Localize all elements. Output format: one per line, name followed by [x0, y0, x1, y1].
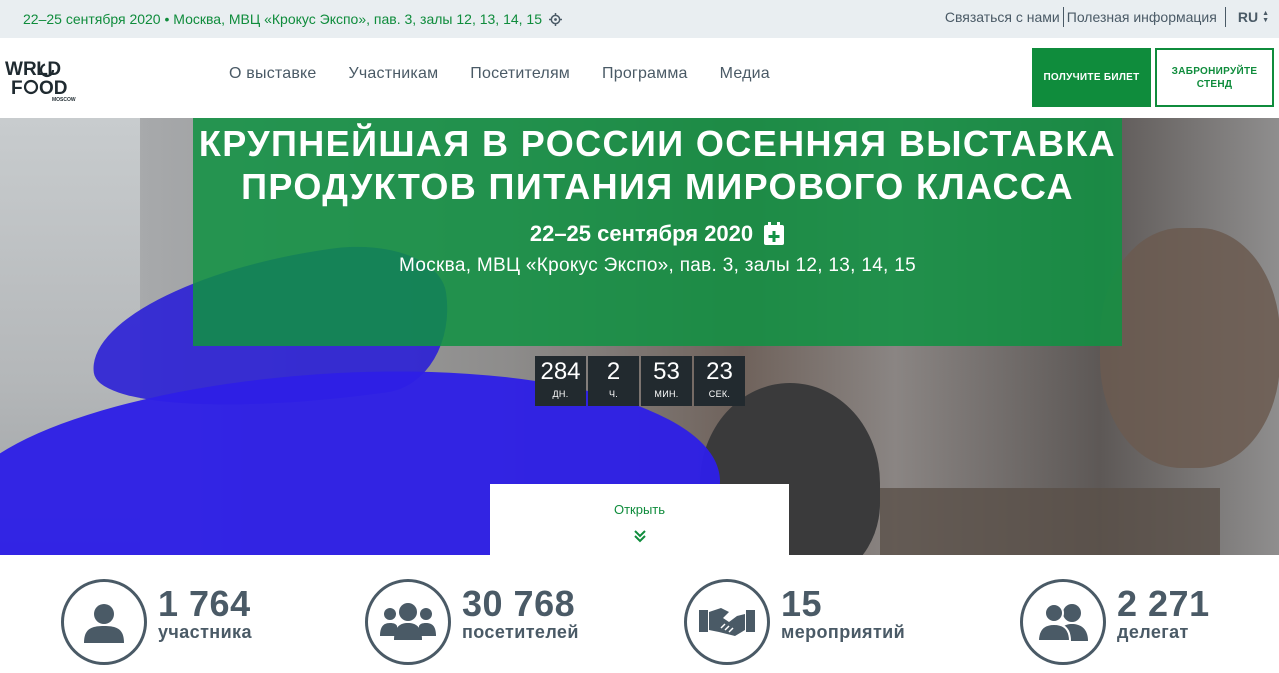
stats-section: 1 764 участника 30 768 посетителей 15 ме…: [0, 555, 1279, 673]
language-label: RU: [1237, 9, 1259, 25]
stat-text: 15 мероприятий: [781, 579, 906, 642]
hero-info-box: КРУПНЕЙШАЯ В РОССИИ ОСЕННЯЯ ВЫСТАВКА ПРО…: [193, 118, 1122, 346]
svg-text:OD: OD: [39, 78, 68, 99]
open-panel-button[interactable]: Открыть: [490, 484, 789, 555]
book-stand-button[interactable]: ЗАБРОНИРУЙТЕ СТЕНД: [1155, 48, 1274, 107]
countdown-value: 2: [606, 358, 621, 385]
get-ticket-button[interactable]: ПОЛУЧИТЕ БИЛЕТ: [1032, 48, 1151, 107]
useful-info-link[interactable]: Полезная информация: [1064, 7, 1220, 27]
countdown-minutes: 53 МИН.: [641, 356, 692, 406]
stat-text: 30 768 посетителей: [462, 579, 579, 642]
event-info[interactable]: 22–25 сентября 2020 • Москва, МВЦ «Кроку…: [23, 11, 563, 27]
countdown-unit: МИН.: [654, 389, 679, 399]
stat-label: мероприятий: [781, 622, 906, 642]
nav-program[interactable]: Программа: [602, 65, 688, 83]
hero-date: 22–25 сентября 2020: [529, 221, 754, 246]
countdown-timer: 284 ДН. 2 Ч. 53 МИН. 23 СЕК.: [535, 356, 745, 406]
stat-number: 30 768: [462, 583, 576, 624]
svg-text:W: W: [5, 59, 23, 80]
stat-delegates: 2 271 делегат: [1020, 579, 1210, 665]
stat-number: 15: [781, 583, 823, 624]
countdown-days: 284 ДН.: [535, 356, 586, 406]
contact-link[interactable]: Связаться с нами: [942, 7, 1063, 27]
stat-participants: 1 764 участника: [61, 579, 252, 665]
calendar-add-icon[interactable]: [763, 222, 785, 246]
top-links: Связаться с нами Полезная информация RU …: [942, 7, 1269, 27]
location-target-icon[interactable]: [549, 12, 563, 26]
double-chevron-down-icon[interactable]: [633, 529, 647, 543]
stat-icon-circle: [365, 579, 451, 665]
nav-about[interactable]: О выставке: [229, 65, 317, 83]
hero-venue: Москва, МВЦ «Крокус Экспо», пав. 3, залы…: [399, 255, 916, 276]
stat-number: 2 271: [1117, 583, 1210, 624]
top-bar: 22–25 сентября 2020 • Москва, МВЦ «Кроку…: [0, 0, 1279, 38]
nav-exhibitors[interactable]: Участникам: [349, 65, 439, 83]
language-selector[interactable]: RU ▲ ▼: [1224, 7, 1269, 27]
countdown-unit: ДН.: [552, 389, 569, 399]
countdown-seconds: 23 СЕК.: [694, 356, 745, 406]
stat-icon-circle: [1020, 579, 1106, 665]
main-header: W RLD F OD MOSCOW О выставке Участникам …: [0, 38, 1279, 118]
countdown-unit: Ч.: [608, 389, 619, 399]
nav-media[interactable]: Медиа: [720, 65, 770, 83]
users-icon: [1036, 603, 1088, 642]
nav-visitors[interactable]: Посетителям: [470, 65, 570, 83]
stat-text: 2 271 делегат: [1117, 579, 1210, 642]
stat-visitors: 30 768 посетителей: [365, 579, 579, 665]
hero-headline: КРУПНЕЙШАЯ В РОССИИ ОСЕННЯЯ ВЫСТАВКА ПРО…: [198, 123, 1117, 207]
stat-icon-circle: [684, 579, 770, 665]
sort-arrows-icon: ▲ ▼: [1262, 10, 1269, 24]
stat-label: делегат: [1117, 622, 1189, 642]
countdown-value: 23: [706, 358, 733, 385]
svg-text:MOSCOW: MOSCOW: [52, 97, 76, 102]
event-info-text[interactable]: 22–25 сентября 2020 • Москва, МВЦ «Кроку…: [23, 11, 542, 27]
group-icon: [380, 603, 436, 640]
main-nav: О выставке Участникам Посетителям Програ…: [229, 65, 770, 83]
hero-date-row: 22–25 сентября 2020: [193, 221, 1122, 247]
hero-bg-crate: [880, 488, 1220, 555]
stat-text: 1 764 участника: [158, 579, 252, 642]
handshake-icon: [699, 608, 755, 636]
open-label[interactable]: Открыть: [490, 502, 789, 517]
svg-text:F: F: [11, 78, 23, 99]
countdown-value: 53: [653, 358, 680, 385]
user-icon: [84, 604, 124, 643]
stat-label: участника: [158, 622, 252, 642]
hero-bg-face: [1100, 228, 1279, 468]
countdown-value: 284: [540, 358, 581, 385]
countdown-hours: 2 Ч.: [588, 356, 639, 406]
countdown-unit: СЕК.: [708, 389, 731, 399]
stat-number: 1 764: [158, 583, 251, 624]
stat-icon-circle: [61, 579, 147, 665]
world-food-logo[interactable]: W RLD F OD MOSCOW: [5, 56, 95, 102]
stat-events: 15 мероприятий: [684, 579, 905, 665]
stat-label: посетителей: [462, 622, 579, 642]
